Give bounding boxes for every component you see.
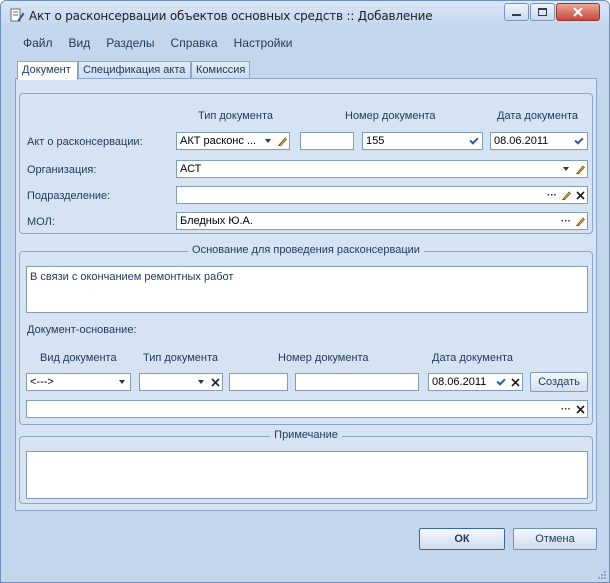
note-group-title: Примечание (270, 429, 342, 441)
doc-basis-label: Документ-основание: (27, 324, 137, 336)
tab-panel-document: Тип документа Номер документа Дата докум… (15, 78, 597, 511)
title-bar[interactable]: Акт о расконсервации объектов основных с… (1, 1, 609, 29)
note-group: Примечание (19, 429, 593, 504)
act-type-value: АКТ расконс ... (180, 135, 257, 147)
col-doc-type-label: Тип документа (198, 110, 274, 122)
col-type-label: Тип документа (143, 352, 219, 364)
org-value: АСТ (180, 163, 202, 175)
act-number-value: 155 (366, 135, 385, 147)
clear-x-icon[interactable] (573, 188, 587, 202)
basis-view-value: <---> (30, 376, 54, 388)
act-prefix-input[interactable] (300, 132, 354, 150)
basis-group-title: Основание для проведения расконсервации (188, 244, 424, 256)
menu-file[interactable]: Файл (15, 34, 61, 52)
clear-x-icon[interactable] (208, 375, 222, 389)
window-title: Акт о расконсервации объектов основных с… (29, 9, 433, 23)
cancel-button[interactable]: Отмена (513, 528, 597, 550)
act-number-input[interactable]: 155 (362, 132, 483, 150)
col-date-label: Дата документа (432, 352, 514, 364)
menu-help[interactable]: Справка (163, 34, 226, 52)
maximize-icon (538, 8, 547, 16)
dept-select[interactable]: ··· (176, 186, 588, 204)
ok-button[interactable]: ОК (419, 528, 505, 550)
check-icon[interactable] (572, 134, 586, 148)
col-number-label: Номер документа (278, 352, 369, 364)
act-label: Акт о расконсервации: (27, 136, 143, 148)
basis-date-value: 08.06.2011 (432, 376, 487, 388)
mol-label: МОЛ: (27, 216, 55, 228)
close-icon (573, 7, 583, 17)
check-icon[interactable] (467, 134, 481, 148)
tab-document[interactable]: Документ (17, 61, 78, 80)
mol-select[interactable]: Бледных Ю.А. ··· (176, 212, 588, 230)
col-doc-date-label: Дата документа (497, 110, 579, 122)
basis-date-input[interactable]: 08.06.2011 (428, 373, 523, 391)
more-dots-icon[interactable]: ··· (559, 402, 573, 416)
more-dots-icon[interactable]: ··· (559, 214, 573, 228)
menu-view[interactable]: Вид (61, 34, 99, 52)
dialog-window: Акт о расконсервации объектов основных с… (0, 0, 610, 583)
mol-value: Бледных Ю.А. (180, 215, 253, 227)
chevron-down-icon[interactable] (194, 375, 208, 389)
minimize-icon (512, 14, 521, 16)
close-window-button[interactable] (556, 3, 600, 21)
menu-sections[interactable]: Разделы (98, 34, 162, 52)
resize-grip-icon[interactable] (596, 569, 606, 579)
basis-prefix-input[interactable] (229, 373, 288, 391)
basis-group: Основание для проведения расконсервации … (19, 244, 593, 425)
edit-pen-icon[interactable] (573, 214, 587, 228)
act-type-select[interactable]: АКТ расконс ... (176, 132, 290, 150)
menu-settings[interactable]: Настройки (226, 34, 301, 52)
chevron-down-icon[interactable] (261, 134, 275, 148)
basis-document-select[interactable]: ··· (26, 400, 588, 418)
basis-view-select[interactable]: <---> (26, 373, 131, 391)
edit-pen-icon[interactable] (573, 162, 587, 176)
edit-pen-icon[interactable] (275, 134, 289, 148)
note-textarea[interactable] (26, 451, 588, 499)
basis-number-input[interactable] (295, 373, 419, 391)
col-doc-number-label: Номер документа (345, 110, 436, 122)
clear-x-icon[interactable] (573, 402, 587, 416)
org-label: Организация: (27, 164, 97, 176)
maximize-button[interactable] (530, 3, 555, 21)
chevron-down-icon[interactable] (559, 162, 573, 176)
chevron-down-icon[interactable] (115, 375, 129, 389)
act-date-value: 08.06.2011 (494, 135, 549, 147)
document-pen-icon (10, 8, 25, 22)
reason-textarea[interactable]: В связи с окончанием ремонтных работ (26, 266, 588, 313)
col-view-label: Вид документа (40, 352, 117, 364)
clear-x-icon[interactable] (508, 375, 522, 389)
tab-commission[interactable]: Комиссия (191, 61, 250, 79)
org-select[interactable]: АСТ (176, 160, 588, 178)
tab-act-specification[interactable]: Спецификация акта (78, 61, 191, 79)
minimize-button[interactable] (504, 3, 529, 21)
create-button[interactable]: Создать (530, 372, 588, 392)
dept-label: Подразделение: (27, 190, 111, 202)
check-icon[interactable] (494, 375, 508, 389)
edit-pen-icon[interactable] (559, 188, 573, 202)
header-group: Тип документа Номер документа Дата докум… (19, 93, 593, 234)
menu-bar: Файл Вид Разделы Справка Настройки (15, 34, 300, 52)
act-date-input[interactable]: 08.06.2011 (490, 132, 588, 150)
basis-type-select[interactable] (139, 373, 223, 391)
more-dots-icon[interactable]: ··· (545, 188, 559, 202)
